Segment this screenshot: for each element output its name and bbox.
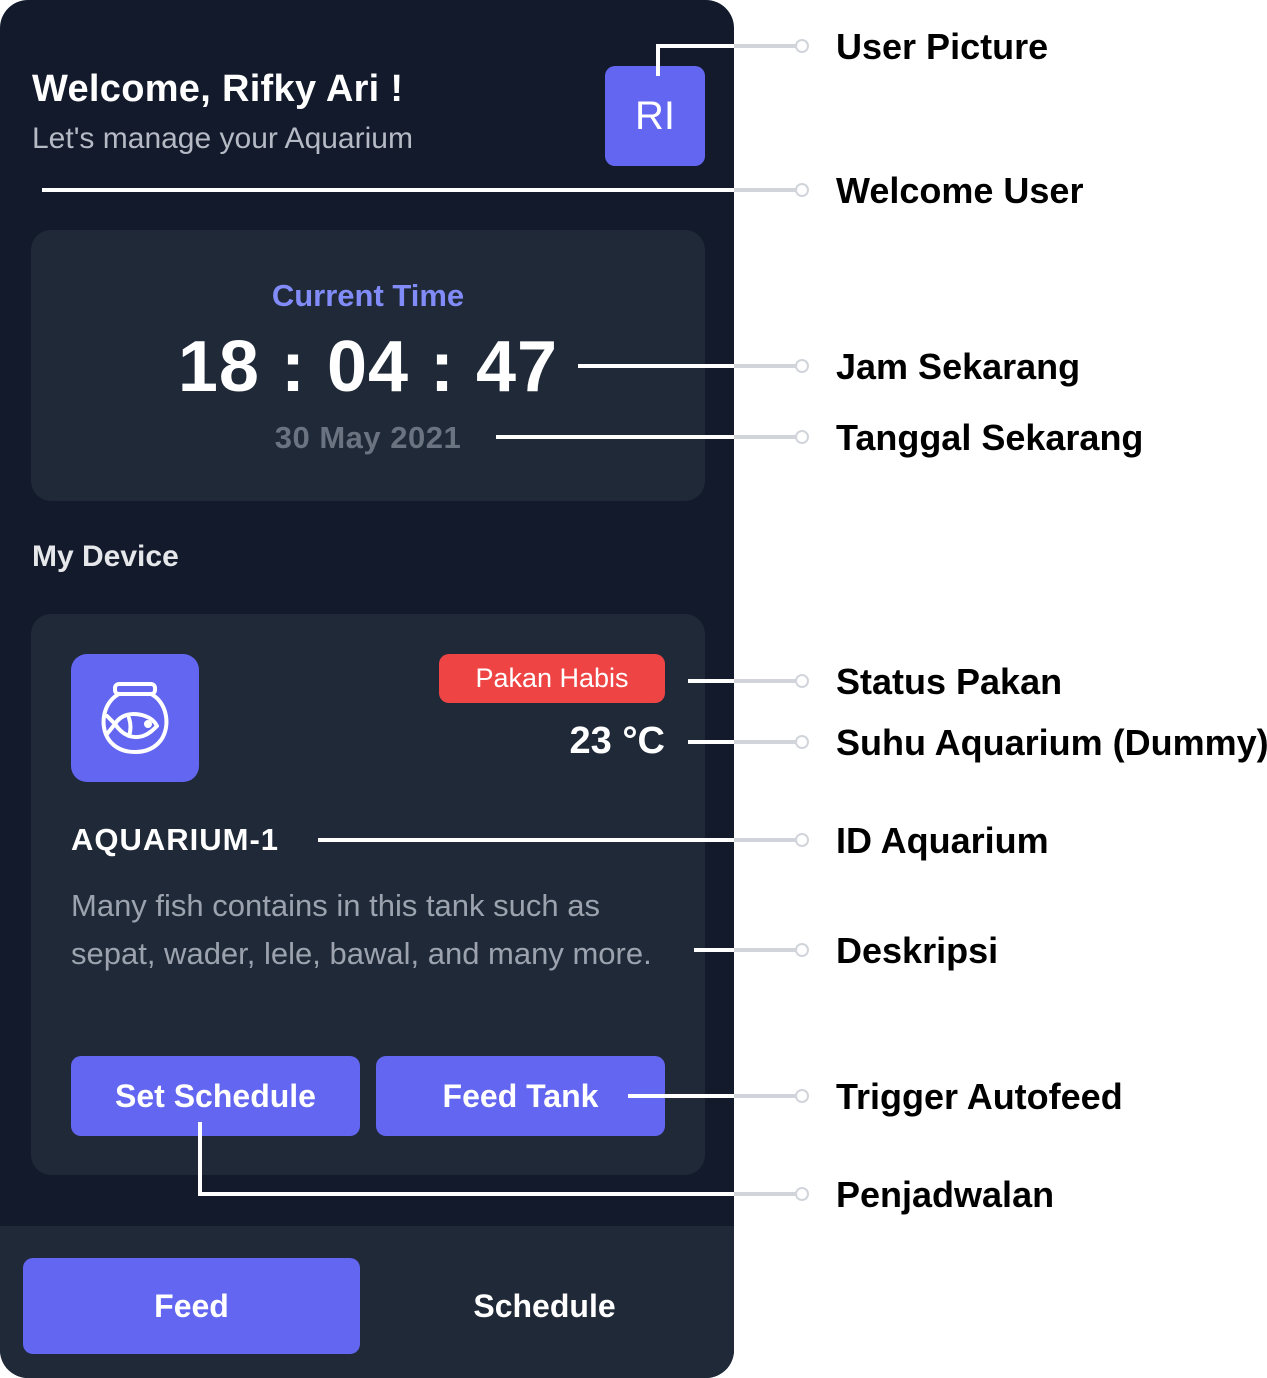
annotation-tanggal-sekarang: Tanggal Sekarang <box>836 417 1144 458</box>
aquarium-description: Many fish contains in this tank such as … <box>71 888 652 971</box>
device-card: Pakan Habis 23 °C AQUARIUM-1 Many fish c… <box>31 614 705 1175</box>
welcome-title: Welcome, Rifky Ari ! <box>32 68 404 110</box>
annotation-jam-sekarang: Jam Sekarang <box>836 346 1081 387</box>
avatar-initials: RI <box>635 93 675 138</box>
fishbowl-icon <box>71 654 199 782</box>
annotation-deskripsi: Deskripsi <box>836 930 999 971</box>
current-date: 30 May 2021 <box>274 420 462 455</box>
annotation-status-pakan: Status Pakan <box>836 661 1063 702</box>
set-schedule-button[interactable]: Set Schedule <box>71 1056 360 1136</box>
annotation-welcome-user: Welcome User <box>836 170 1084 211</box>
aquarium-id: AQUARIUM-1 <box>71 822 280 857</box>
annotation-penjadwalan: Penjadwalan <box>836 1174 1055 1215</box>
feed-status-badge: Pakan Habis <box>439 654 665 703</box>
current-time-card: Current Time 18 : 04 : 47 30 May 2021 <box>31 230 705 501</box>
nav-tab-schedule[interactable]: Schedule <box>376 1258 713 1354</box>
my-device-heading: My Device <box>32 540 179 573</box>
user-avatar[interactable]: RI <box>605 66 705 166</box>
feed-tank-button[interactable]: Feed Tank <box>376 1056 665 1136</box>
current-time-label: Current Time <box>271 278 465 313</box>
nav-tab-feed[interactable]: Feed <box>23 1258 360 1354</box>
annotation-user-picture: User Picture <box>836 26 1049 67</box>
annotation-trigger-autofeed: Trigger Autofeed <box>836 1076 1123 1117</box>
annotation-id-aquarium: ID Aquarium <box>836 820 1049 861</box>
welcome-subtitle: Let's manage your Aquarium <box>32 122 413 155</box>
aquarium-temperature: 23 °C <box>569 720 665 762</box>
current-time-clock: 18 : 04 : 47 <box>177 327 559 407</box>
app-screen: Welcome, Rifky Ari ! Let's manage your A… <box>0 0 734 1378</box>
annotation-suhu-aquarium: Suhu Aquarium (Dummy) <box>836 722 1267 763</box>
bottom-nav: Feed Schedule <box>0 1226 734 1378</box>
